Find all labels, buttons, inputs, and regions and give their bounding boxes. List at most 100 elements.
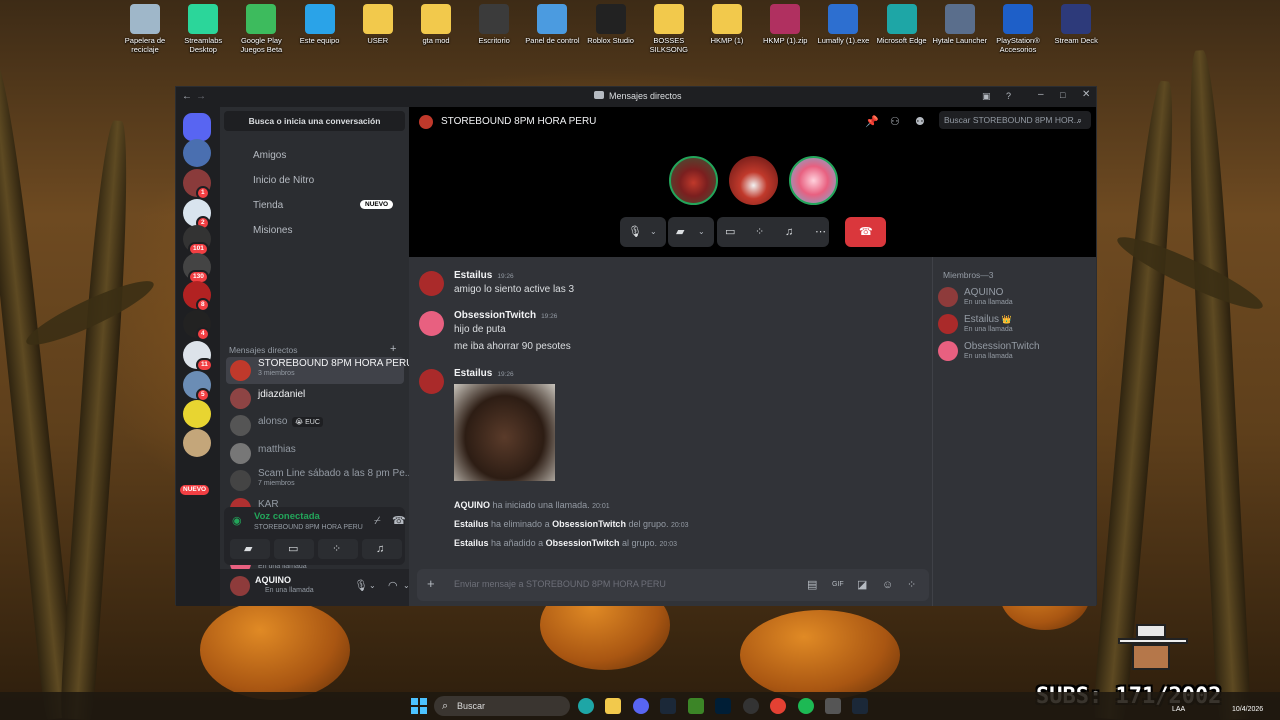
participant-avatar[interactable]: [789, 156, 838, 205]
obs-icon[interactable]: [743, 698, 759, 714]
avatar[interactable]: [230, 576, 250, 596]
minimize-icon[interactable]: –: [1038, 89, 1044, 101]
message-composer[interactable]: + Enviar mensaje a STOREBOUND 8PM HORA P…: [417, 569, 929, 601]
find-conversation-button[interactable]: Busca o inicia una conversación: [224, 111, 405, 131]
forward-arrow-icon[interactable]: →: [196, 91, 206, 103]
desktop-icon[interactable]: Este equipo: [290, 4, 350, 45]
screen-share-button[interactable]: ▭: [274, 539, 314, 559]
member-item[interactable]: AQUINO En una llamada: [932, 284, 1092, 310]
discord-window[interactable]: ← → Mensajes directos ▣ ? – □ ✕ 1 2 101 130…: [175, 86, 1097, 606]
app-icon[interactable]: [825, 698, 841, 714]
desktop-icon[interactable]: Stream Deck: [1046, 4, 1106, 45]
start-button[interactable]: [410, 697, 428, 715]
camera-toggle-button[interactable]: ▰ ⌄: [668, 217, 714, 247]
dm-item[interactable]: alonso 😭 EUC: [226, 412, 404, 439]
system-actor[interactable]: Estailus: [454, 519, 489, 529]
soundboard-button[interactable]: ♫: [362, 539, 402, 559]
message-avatar[interactable]: [419, 311, 444, 336]
more-icon[interactable]: ⋯: [815, 226, 826, 238]
minecraft-icon[interactable]: [688, 698, 704, 714]
spotify-icon[interactable]: [798, 698, 814, 714]
desktop-icon[interactable]: BOSSES SILKSONG: [639, 4, 699, 54]
chrome-icon[interactable]: [770, 698, 786, 714]
discord-icon[interactable]: [633, 698, 649, 714]
server-icon[interactable]: [183, 113, 211, 141]
gift-icon[interactable]: ▤: [807, 579, 817, 591]
sidebar-item-tienda[interactable]: Tienda NUEVO: [226, 195, 404, 217]
gif-icon[interactable]: GIF: [832, 579, 844, 591]
desktop-icon[interactable]: HKMP (1): [697, 4, 757, 45]
close-icon[interactable]: ✕: [1082, 89, 1090, 101]
create-dm-icon[interactable]: +: [390, 343, 396, 355]
desktop-icon[interactable]: Hytale Launcher: [930, 4, 990, 45]
dm-item[interactable]: matthias: [226, 440, 404, 467]
video-button[interactable]: ▰: [230, 539, 270, 559]
noise-suppression-icon[interactable]: ⌿: [374, 515, 381, 527]
steam-icon[interactable]: [660, 698, 676, 714]
sidebar-item-misiones[interactable]: Misiones: [226, 220, 404, 242]
system-actor[interactable]: AQUINO: [454, 500, 490, 510]
member-item[interactable]: Estailus 👑 En una llamada: [932, 311, 1092, 337]
apps-icon[interactable]: ⁘: [907, 579, 916, 591]
help-icon[interactable]: ?: [1006, 90, 1011, 102]
back-arrow-icon[interactable]: ←: [182, 91, 192, 103]
voice-status[interactable]: Voz conectada: [254, 511, 320, 522]
desktop-icon[interactable]: Panel de control: [522, 4, 582, 45]
dm-item[interactable]: Scam Line sábado a las 8 pm Pe... 7 miemb…: [226, 467, 413, 494]
meme-image[interactable]: [454, 384, 555, 481]
maximize-icon[interactable]: □: [1060, 89, 1065, 101]
user-name[interactable]: AQUINO: [255, 575, 291, 585]
steam-icon[interactable]: [852, 698, 868, 714]
sticker-icon[interactable]: ◪: [857, 579, 867, 591]
member-item[interactable]: ObsessionTwitch En una llamada: [932, 338, 1092, 364]
desktop-icon[interactable]: PlayStation® Accesorios: [988, 4, 1048, 54]
pin-icon[interactable]: 📌: [865, 116, 879, 128]
taskbar-search[interactable]: ⌕ Buscar: [434, 696, 570, 716]
message-author[interactable]: Estailus 19:26: [454, 368, 514, 379]
desktop-icon[interactable]: Roblox Studio: [581, 4, 641, 45]
desktop-icon[interactable]: Streamlabs Desktop: [173, 4, 233, 54]
participant-avatar[interactable]: [729, 156, 778, 205]
desktop-icon[interactable]: Lumafly (1).exe: [813, 4, 873, 45]
disconnect-icon[interactable]: ☎: [392, 515, 406, 527]
clock-date[interactable]: 10/4/2026: [1232, 706, 1263, 713]
dm-item[interactable]: STOREBOUND 8PM HORA PERU 3 miembros: [226, 357, 413, 384]
message-avatar[interactable]: [419, 271, 444, 296]
message-input-placeholder[interactable]: Enviar mensaje a STOREBOUND 8PM HORA PER…: [454, 579, 666, 589]
message-author[interactable]: Estailus 19:26: [454, 270, 514, 281]
leave-call-button[interactable]: ☎: [845, 217, 886, 247]
server-icon[interactable]: [183, 400, 211, 428]
emoji-icon[interactable]: ☺: [882, 579, 893, 591]
system-target[interactable]: ObsessionTwitch: [552, 519, 626, 529]
sidebar-item-amigos[interactable]: Amigos: [226, 145, 404, 167]
add-friends-icon[interactable]: ⚇: [890, 116, 900, 128]
system-actor[interactable]: Estailus: [454, 538, 489, 548]
message-author[interactable]: ObsessionTwitch 19:26: [454, 310, 557, 321]
desktop-icon[interactable]: Escritorio: [464, 4, 524, 45]
desktop-icon[interactable]: Google Play Juegos Beta: [231, 4, 291, 54]
message-avatar[interactable]: [419, 369, 444, 394]
screen-share-icon[interactable]: ▭: [725, 226, 735, 238]
add-attachment-icon[interactable]: +: [427, 577, 435, 590]
soundboard-icon[interactable]: ♫: [785, 226, 793, 238]
chevron-down-icon[interactable]: ⌄: [369, 580, 376, 592]
members-icon[interactable]: ⚉: [915, 116, 925, 128]
desktop-icon[interactable]: Microsoft Edge: [872, 4, 932, 45]
participant-avatar[interactable]: [669, 156, 718, 205]
activities-button[interactable]: ⁘: [318, 539, 358, 559]
server-icon[interactable]: [183, 429, 211, 457]
desktop-icon[interactable]: gta mod: [406, 4, 466, 45]
headphones-icon[interactable]: ◠: [388, 580, 398, 592]
language-indicator[interactable]: LAA: [1172, 706, 1185, 713]
dm-item[interactable]: jdiazdaniel: [226, 385, 404, 412]
mic-toggle-button[interactable]: 🎙 ⌄: [620, 217, 666, 247]
server-icon[interactable]: [183, 139, 211, 167]
desktop-icon[interactable]: USER: [348, 4, 408, 45]
system-target[interactable]: ObsessionTwitch: [546, 538, 620, 548]
search-input[interactable]: Buscar STOREBOUND 8PM HOR... ⌕: [939, 111, 1091, 129]
photoshop-icon[interactable]: [715, 698, 731, 714]
activities-icon[interactable]: ⁘: [755, 226, 764, 238]
sidebar-item-inicio-de-nitro[interactable]: Inicio de Nitro: [226, 170, 404, 192]
inbox-icon[interactable]: ▣: [982, 90, 991, 102]
microphone-icon[interactable]: 🎙: [354, 580, 368, 592]
